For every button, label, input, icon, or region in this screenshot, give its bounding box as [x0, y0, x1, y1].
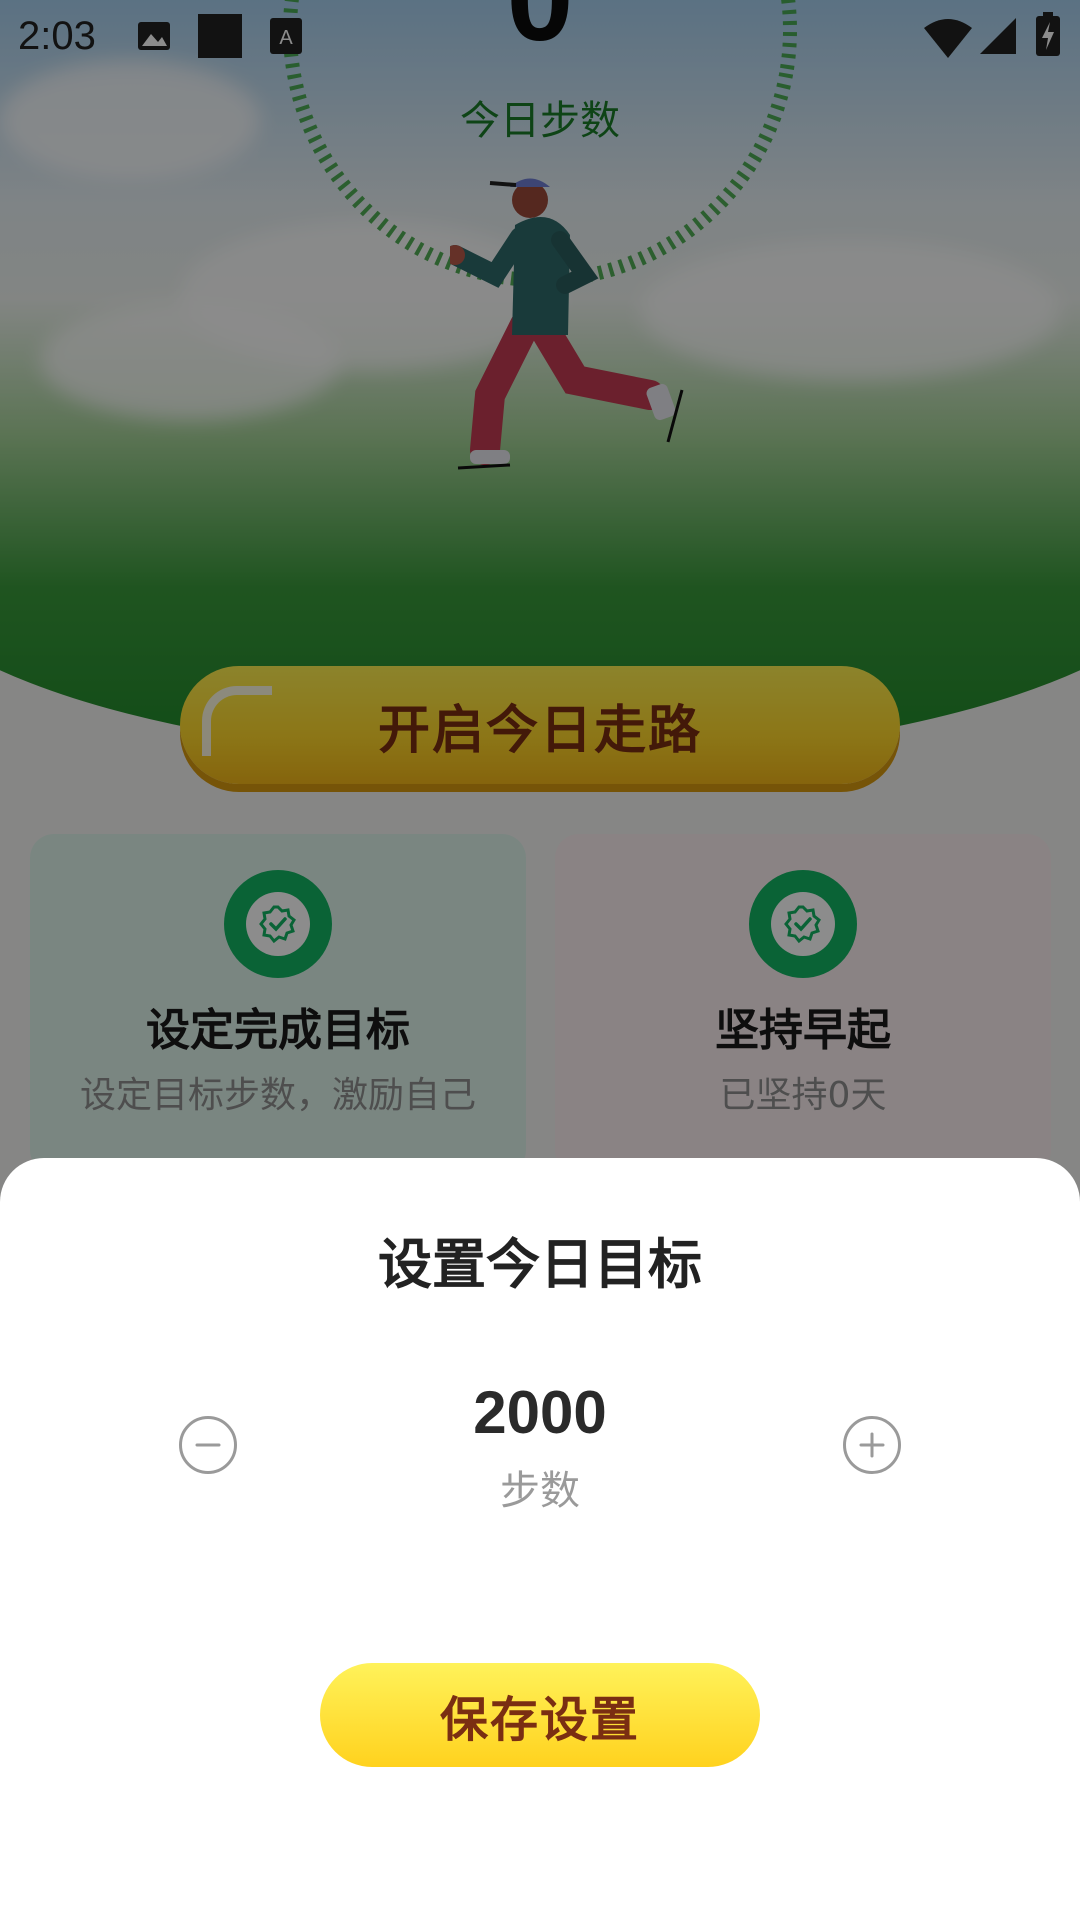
app-screen: 0 今日步数 开启今日走路: [0, 0, 1080, 1920]
sheet-title: 设置今日目标: [378, 1233, 702, 1296]
goal-bottom-sheet: 设置今日目标 2000 步数 保存设置: [0, 1158, 1080, 1920]
save-settings-button[interactable]: 保存设置: [320, 1663, 760, 1767]
goal-value: 2000: [473, 1379, 607, 1446]
save-settings-label: 保存设置: [439, 1692, 640, 1748]
goal-unit: 步数: [500, 1468, 580, 1514]
plus-circle-icon: [859, 1432, 885, 1458]
increment-button[interactable]: [843, 1416, 901, 1474]
